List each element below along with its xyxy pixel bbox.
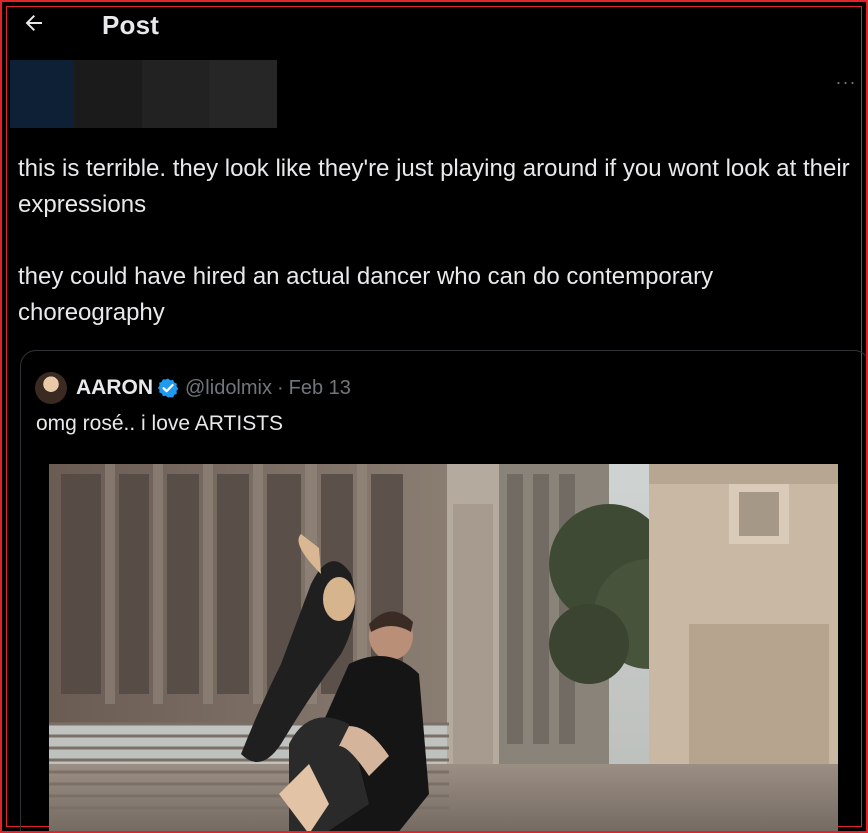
top-bar: Post: [2, 2, 866, 48]
page-title: Post: [102, 10, 160, 40]
more-options-button[interactable]: ···: [832, 70, 860, 94]
post-paragraph: they could have hired an actual dancer w…: [18, 263, 714, 326]
quoted-author-handle[interactable]: @lidolmix: [185, 377, 272, 400]
post-paragraph: this is terrible. they look like they're…: [18, 155, 850, 218]
arrow-left-icon: [22, 11, 46, 40]
quoted-post-card[interactable]: AARON @lidolmix · Feb 13 omg rosé.. i lo…: [20, 350, 866, 831]
separator-dot: ·: [276, 376, 284, 399]
quoted-post-text: omg rosé.. i love ARTISTS: [36, 412, 284, 435]
author-info-redacted: [10, 60, 277, 128]
verified-badge-icon: [157, 377, 179, 399]
back-button[interactable]: [16, 8, 52, 42]
quoted-post-date[interactable]: Feb 13: [289, 377, 351, 400]
avatar[interactable]: [35, 372, 67, 404]
quoted-post-header: AARON @lidolmix · Feb 13: [35, 371, 351, 405]
more-horizontal-icon: ···: [835, 72, 857, 92]
post-page: Post ··· this is terrible. they look lik…: [0, 0, 868, 833]
post-body: this is terrible. they look like they're…: [18, 151, 858, 331]
quoted-post-video[interactable]: [49, 464, 838, 831]
video-frame-image: [49, 464, 838, 831]
quoted-author-name[interactable]: AARON: [76, 376, 153, 400]
